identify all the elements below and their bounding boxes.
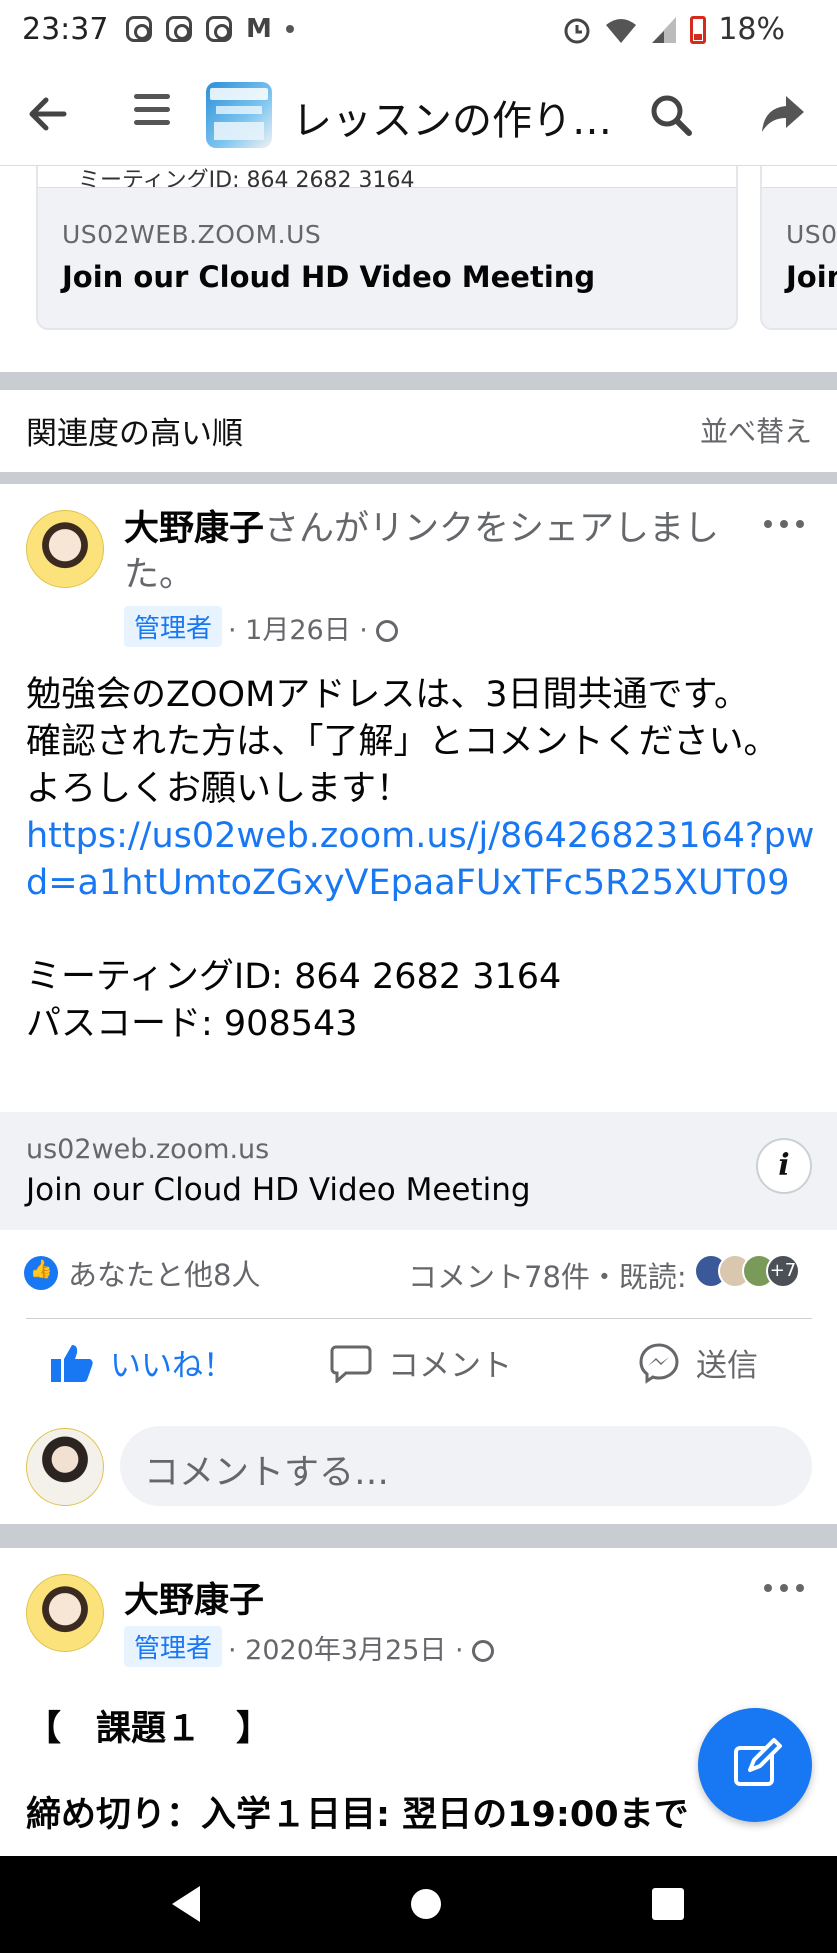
send-label: 送信 — [696, 1348, 758, 1384]
comment-placeholder: コメントする… — [144, 1453, 390, 1493]
post-line: 【 課題１ 】 — [26, 1709, 272, 1749]
author-name[interactable]: 大野康子 — [124, 509, 264, 549]
post-header: 大野康子さんがリンクをシェアしました。 — [124, 506, 744, 598]
nav-home-icon[interactable] — [404, 1882, 448, 1926]
info-icon[interactable]: i — [756, 1138, 812, 1194]
comment-label: コメント — [388, 1348, 512, 1384]
post-line: よろしくお願いします！ — [26, 769, 412, 809]
author-avatar[interactable] — [26, 510, 104, 588]
like-label: いいね！ — [110, 1348, 234, 1384]
dot-icon — [285, 25, 294, 33]
app-bar: レッスンの作り… — [0, 64, 837, 166]
post-body: 勉強会のZOOMアドレスは、3日間共通です。 確認された方は、「了解」とコメント… — [26, 672, 816, 1048]
compose-icon — [734, 1738, 782, 1786]
post-date: · 1月26日 · — [228, 608, 399, 647]
comment-input[interactable]: コメントする… — [120, 1426, 812, 1506]
more-options-icon[interactable] — [764, 520, 804, 532]
group-title[interactable]: レッスンの作り… — [292, 88, 612, 146]
more-options-icon[interactable] — [764, 1584, 804, 1596]
gmail-icon: M — [246, 14, 272, 44]
group-privacy-icon — [472, 1640, 495, 1662]
link-card[interactable]: ミーティングID: 864 2682 3164 US02WEB.ZOOM.US … — [36, 166, 738, 330]
like-reaction-icon — [24, 1256, 58, 1290]
my-avatar — [26, 1428, 104, 1506]
preview-title: Join our Cloud HD Video Meeting — [26, 1172, 531, 1208]
meeting-link[interactable]: https://us02web.zoom.us/j/86426823164?pw… — [26, 813, 816, 907]
section-divider — [0, 472, 837, 484]
comment-icon — [330, 1345, 372, 1383]
signal-icon — [652, 16, 677, 43]
card-domain: US02WEB.ZOOM.US — [62, 220, 322, 249]
card-title: Join — [786, 260, 837, 294]
divider — [26, 1318, 812, 1319]
thumbs-up-icon — [51, 1344, 93, 1382]
battery-percent: 18% — [718, 12, 785, 47]
admin-badge: 管理者 — [124, 1626, 223, 1667]
card-title: Join our Cloud HD Video Meeting — [62, 260, 596, 294]
author-avatar[interactable] — [26, 1574, 104, 1652]
card-cut-text: ミーティングID: 864 2682 3164 — [78, 168, 415, 188]
facebook-group-screen: 23:37 M 18% レッスンの作り… ミーティングID: 864 2682 … — [0, 0, 837, 1953]
menu-icon[interactable] — [134, 94, 170, 130]
status-time: 23:37 — [22, 12, 109, 47]
create-post-button[interactable] — [698, 1708, 812, 1822]
seen-by-avatars[interactable]: +7 — [694, 1254, 800, 1288]
sort-button[interactable]: 並べ替え — [700, 410, 812, 450]
card-domain: US0 — [786, 220, 837, 249]
preview-domain: us02web.zoom.us — [26, 1134, 270, 1165]
instagram-icon — [126, 16, 152, 42]
send-button[interactable]: 送信 — [638, 1340, 758, 1385]
link-card-next[interactable]: US0 Join — [760, 166, 837, 330]
meeting-id: ミーティングID: 864 2682 3164 — [26, 957, 562, 997]
alarm-icon — [564, 18, 590, 43]
post-line: 勉強会のZOOMアドレスは、3日間共通です。 — [26, 675, 750, 715]
author-name[interactable]: 大野康子 — [124, 1572, 264, 1623]
section-divider — [0, 1524, 837, 1548]
group-privacy-icon — [376, 620, 399, 642]
reaction-text: あなたと他8人 — [68, 1258, 261, 1292]
wifi-icon — [606, 18, 637, 43]
status-bar: 23:37 M 18% — [0, 0, 837, 64]
section-divider — [0, 372, 837, 390]
post-date: · 2020年3月25日 · — [228, 1628, 495, 1667]
seen-more-count: +7 — [766, 1254, 800, 1288]
system-nav-bar — [0, 1856, 837, 1953]
share-icon[interactable] — [758, 90, 806, 138]
passcode: パスコード: 908543 — [26, 1004, 358, 1044]
link-preview[interactable]: us02web.zoom.us Join our Cloud HD Video … — [0, 1112, 837, 1230]
back-arrow-icon[interactable] — [24, 90, 72, 138]
admin-badge: 管理者 — [124, 606, 223, 647]
like-button[interactable]: いいね！ — [50, 1340, 234, 1385]
system-icons: 18% — [562, 12, 785, 47]
comment-count[interactable]: コメント78件・既読: — [408, 1254, 687, 1296]
group-thumbnail[interactable] — [206, 82, 272, 148]
instagram-icon — [166, 16, 192, 42]
post-line: 確認された方は、「了解」とコメントください。 — [26, 722, 779, 762]
nav-back-icon[interactable] — [166, 1882, 206, 1926]
comment-button[interactable]: コメント — [330, 1340, 512, 1385]
post-line: 締め切り：入学１日目: 翌日の19:00まで — [26, 1795, 689, 1835]
instagram-icon — [206, 16, 232, 42]
battery-icon — [690, 15, 707, 44]
sort-label: 関連度の高い順 — [26, 416, 243, 452]
nav-recents-icon[interactable] — [648, 1884, 688, 1924]
reaction-summary[interactable]: あなたと他8人 — [24, 1252, 260, 1294]
messenger-icon — [639, 1342, 679, 1384]
search-icon[interactable] — [648, 92, 694, 138]
notification-icons: M — [126, 14, 294, 44]
